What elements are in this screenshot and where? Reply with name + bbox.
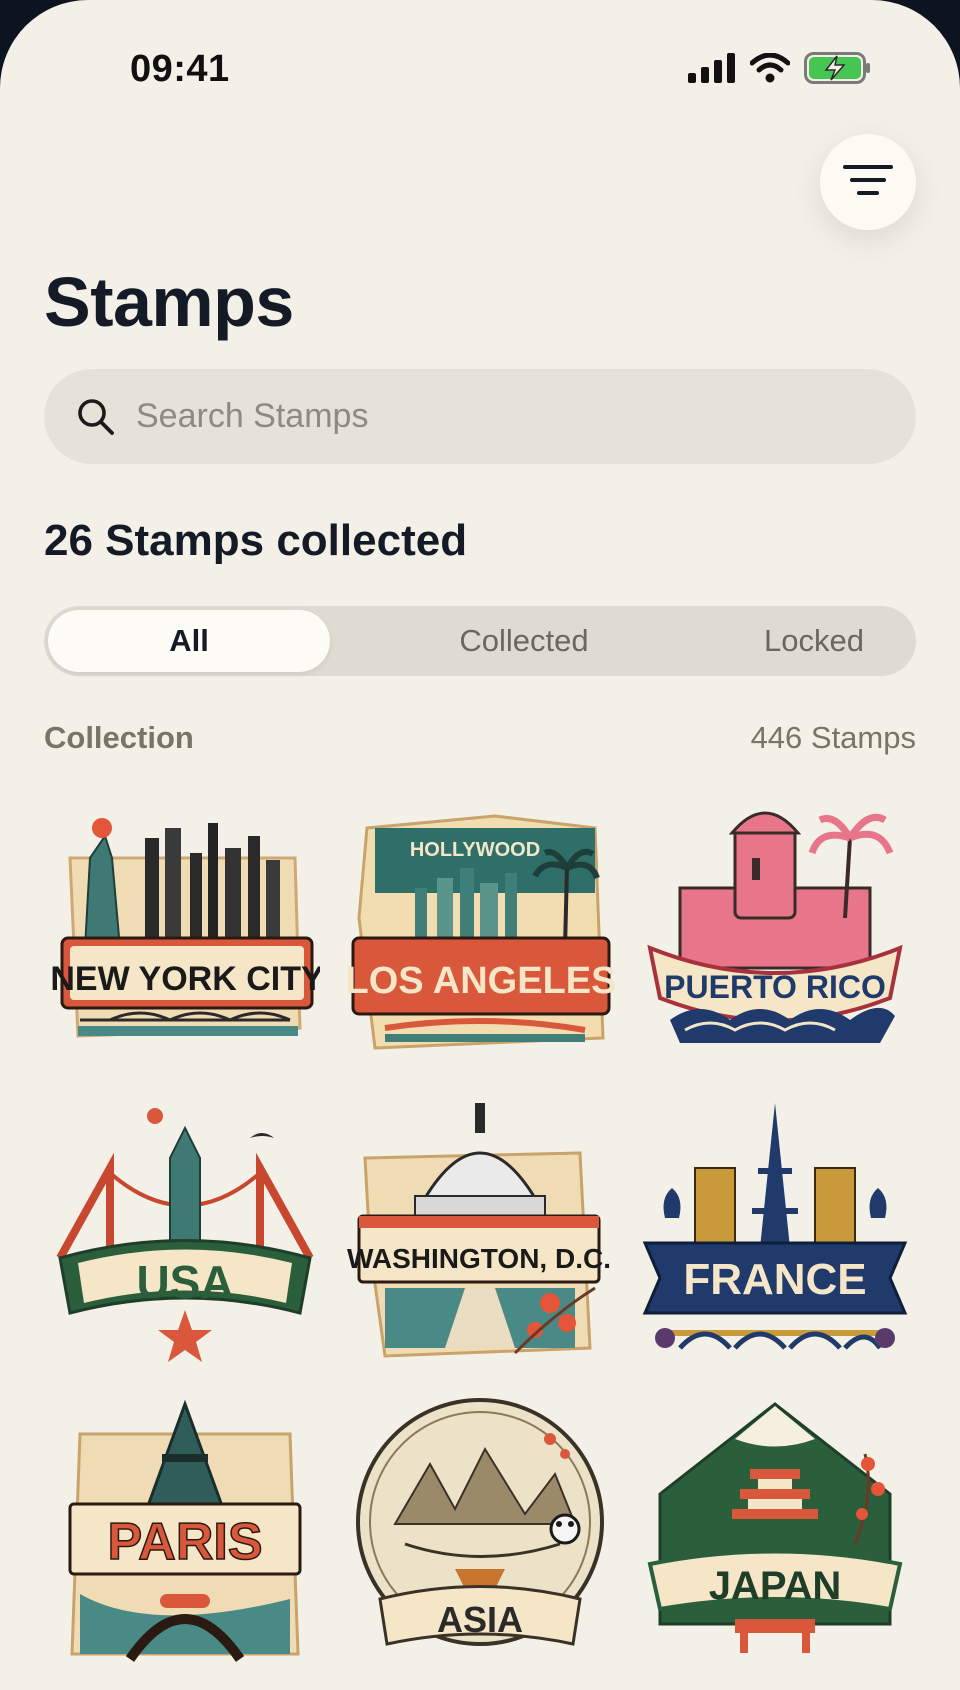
new-york-city-stamp-image: NEW YORK CITY [50,818,320,1038]
filter-menu-button[interactable] [820,134,916,230]
stamp-sublabel: HOLLYWOOD [410,839,540,861]
paris-stamp-image: PARIS [68,1399,302,1662]
japan-stamp-image: JAPAN [647,1402,903,1653]
stamp-asia[interactable]: ASIA [345,1394,615,1664]
app-screen: 09:41 Stamps Search Stamps 26 Stamps col… [0,0,960,1690]
stamps-collected-heading: 26 Stamps collected [44,516,468,565]
status-icons [688,52,872,84]
status-time: 09:41 [130,48,230,90]
search-icon [74,395,118,439]
stamp-puerto-rico[interactable]: PUERTO RICO [640,798,910,1068]
usa-stamp-image: USA [56,1108,314,1362]
france-stamp-image: FRANCE [642,1103,908,1350]
stamp-label: FRANCE [683,1255,866,1304]
tab-locked[interactable]: Locked [669,610,959,672]
filter-segmented-control: All Collected Locked [44,606,916,676]
stamp-japan[interactable]: JAPAN [640,1394,910,1664]
stamp-label: LOS ANGELES [346,960,615,1002]
stamp-new-york-city[interactable]: NEW YORK CITY [50,798,320,1068]
stamp-label: USA [136,1256,233,1308]
stamp-label: ASIA [437,1599,523,1640]
stamp-usa[interactable]: USA [50,1098,320,1368]
stamp-label: PUERTO RICO [664,969,886,1005]
stamp-paris[interactable]: PARIS [50,1394,320,1664]
asia-stamp-image: ASIA [356,1398,604,1646]
search-input[interactable] [134,396,916,437]
stamp-label: PARIS [107,1513,262,1571]
menu-lines-icon [843,163,893,202]
tab-collected[interactable]: Collected [379,610,669,672]
los-angeles-stamp-image: HOLLYWOOD LOS ANGELES [346,814,615,1050]
tab-all[interactable]: All [48,610,330,672]
stamp-label: NEW YORK CITY [50,960,320,998]
stamp-label: WASHINGTON, D.C. [347,1243,611,1274]
stamp-label: JAPAN [709,1564,842,1608]
collection-count: 446 Stamps [750,720,916,755]
collection-label: Collection [44,720,194,755]
search-bar[interactable] [44,369,916,464]
washington-dc-stamp-image: WASHINGTON, D.C. [347,1103,611,1358]
stamp-france[interactable]: FRANCE [640,1098,910,1368]
stamp-washington-dc[interactable]: WASHINGTON, D.C. [345,1098,615,1368]
wifi-icon [750,53,790,83]
puerto-rico-stamp-image: PUERTO RICO [647,811,903,1043]
cellular-signal-icon [688,53,736,83]
stamp-los-angeles[interactable]: HOLLYWOOD LOS ANGELES [345,798,615,1068]
battery-charging-icon [804,52,872,84]
status-bar: 09:41 [0,0,960,140]
page-title: Stamps [44,263,294,341]
